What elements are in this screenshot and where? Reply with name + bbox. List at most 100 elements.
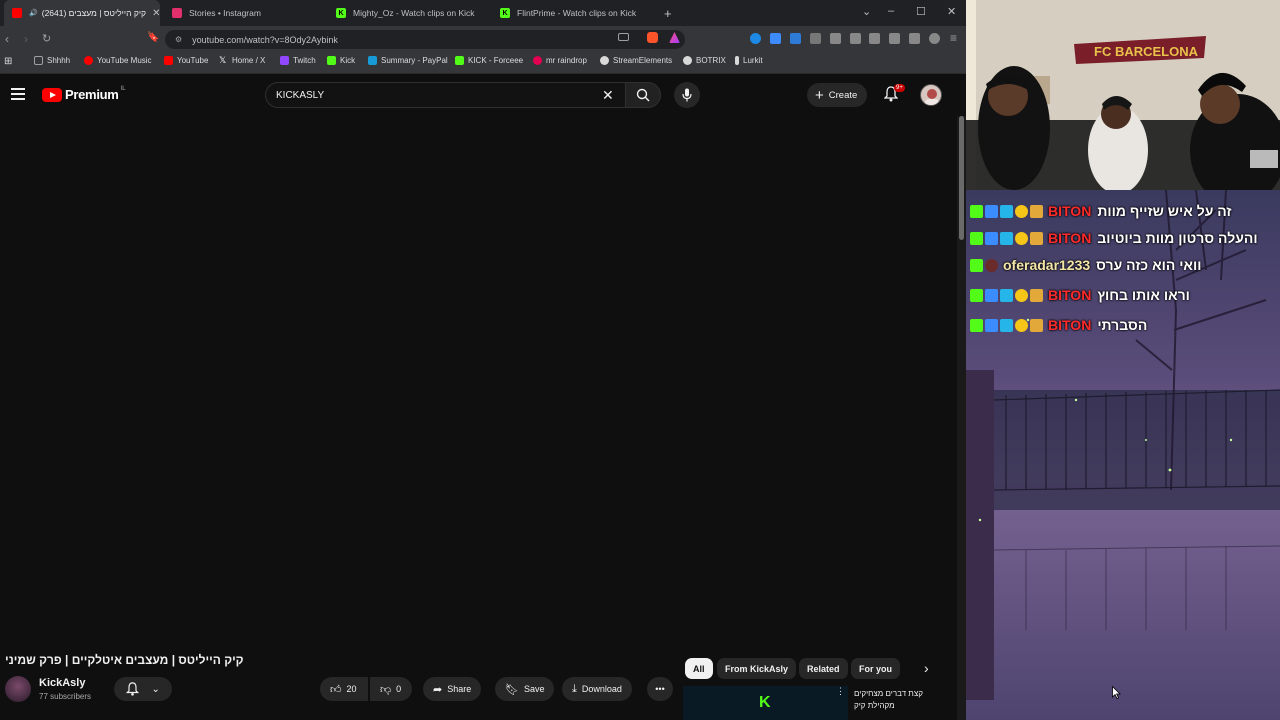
extension-wave-icon[interactable]: [790, 33, 801, 44]
chip-all[interactable]: All: [685, 658, 713, 679]
bookmark-youtube[interactable]: YouTube: [164, 56, 208, 65]
chat-username: oferadar1233: [1003, 257, 1091, 273]
extension-7tv-icon[interactable]: [770, 33, 781, 44]
address-bar: ‹ › ↻ 🔖 ⚙ youtube.com/watch?v=8Ody2Aybin…: [0, 26, 966, 52]
site-info-icon[interactable]: ⚙: [175, 35, 182, 44]
bookmark-raindrop[interactable]: mr raindrop: [533, 56, 587, 65]
bookmark-icon[interactable]: 🔖: [147, 32, 159, 43]
menu-icon[interactable]: ≡: [950, 31, 957, 45]
kick-logo-icon: K: [759, 694, 771, 711]
bookmark-x[interactable]: 𝕏 Home / X: [219, 56, 265, 66]
more-actions-button[interactable]: •••: [647, 677, 673, 701]
save-label: Save: [523, 684, 545, 694]
subscription-notifications-button[interactable]: ⌄: [114, 677, 172, 701]
minimize-icon[interactable]: –: [888, 5, 894, 17]
clear-search-icon[interactable]: ✕: [602, 87, 614, 104]
extension-s-icon[interactable]: [750, 33, 761, 44]
kick-favicon-icon: K: [336, 8, 346, 18]
founder-badge-icon: [1015, 231, 1028, 245]
new-tab-button[interactable]: +: [656, 0, 676, 26]
chat-message: oferadar1233 וואי הוא כזה ערס: [970, 250, 1276, 280]
more-vert-icon[interactable]: ⋮: [836, 686, 845, 697]
reload-icon[interactable]: ↻: [42, 32, 51, 45]
founder-badge-icon: [1015, 288, 1028, 302]
streamelements-icon: [600, 56, 609, 65]
bookmark-label: Shhhh: [47, 56, 71, 65]
cast-icon[interactable]: [618, 33, 629, 41]
logo-country: IL: [120, 85, 126, 92]
chat-username: BITON: [1048, 317, 1092, 333]
chip-for-you[interactable]: For you: [851, 658, 900, 679]
wallet-icon[interactable]: [889, 33, 900, 44]
video-player[interactable]: [0, 116, 956, 642]
download-button[interactable]: ⤓ Download: [562, 677, 632, 701]
audio-icon[interactable]: 🔊: [29, 9, 38, 17]
brave-shield-icon[interactable]: [647, 32, 658, 43]
bookmark-label: YouTube: [177, 56, 209, 65]
bookmark-shhhh[interactable]: Shhhh: [34, 56, 70, 65]
chevron-right-icon[interactable]: ›: [924, 660, 929, 676]
bookmark-label: BOTRIX: [696, 56, 726, 65]
page-scrollbar[interactable]: [957, 116, 966, 720]
recommended-video-thumbnail[interactable]: K: [683, 686, 848, 720]
sidebar-icon[interactable]: [869, 33, 880, 44]
close-window-icon[interactable]: ✕: [947, 5, 956, 18]
channel-name[interactable]: KickAsly: [39, 677, 85, 689]
bookmark-lurkit[interactable]: Lurkit: [735, 56, 763, 65]
apps-grid-icon[interactable]: ⊞: [4, 56, 12, 67]
crown-badge-icon: [1030, 231, 1043, 245]
extension-icon[interactable]: [810, 33, 821, 44]
create-button[interactable]: + Create: [807, 83, 868, 107]
chat-message: BITON הסברתי: [970, 310, 1276, 340]
kick-favicon-icon: K: [500, 8, 510, 18]
chat-text: וראו אותו בחוץ: [1097, 287, 1190, 303]
bookmark-kick-forceee[interactable]: KICK - Forceee: [455, 56, 523, 65]
share-button[interactable]: ➦ Share: [423, 677, 482, 701]
bookmark-label: Summary - PayPal: [381, 56, 448, 65]
crown-badge-icon: [1030, 318, 1043, 332]
channel-avatar[interactable]: [5, 676, 31, 702]
url-field[interactable]: ⚙ youtube.com/watch?v=8Ody2Aybink: [165, 30, 685, 49]
save-button[interactable]: 🔖︎ Save: [495, 677, 555, 701]
mouse-cursor-icon: [1112, 686, 1121, 699]
account-avatar[interactable]: [920, 84, 942, 106]
media-icon[interactable]: [850, 33, 861, 44]
chat-badges: [970, 258, 998, 272]
maximize-icon[interactable]: ☐: [916, 5, 926, 18]
kick-icon: [455, 56, 464, 65]
dislike-button[interactable]: 👎︎ 0: [370, 677, 412, 701]
chip-related[interactable]: Related: [799, 658, 848, 679]
recommended-video-title[interactable]: קצת דברים מצחיקים מקהילת קיק: [854, 688, 929, 712]
youtube-music-icon: [84, 56, 93, 65]
moderator-badge-icon: [985, 231, 998, 245]
leo-icon[interactable]: [909, 33, 920, 44]
like-count: 20: [346, 684, 357, 694]
bookmark-twitch[interactable]: Twitch: [280, 56, 316, 65]
bookmark-kick[interactable]: Kick: [327, 56, 355, 65]
tab-strip: 🔊 קיק הייליטס | מעצבים (2641) ✕ Stories …: [0, 0, 966, 26]
back-icon[interactable]: ‹: [5, 32, 9, 46]
forward-icon[interactable]: ›: [24, 32, 28, 46]
search-input[interactable]: KICKASLY: [265, 82, 625, 108]
like-button[interactable]: 👍︎ 20: [320, 677, 368, 701]
chip-from-channel[interactable]: From KickAsly: [717, 658, 797, 679]
search-button[interactable]: [625, 82, 661, 108]
tab-instagram[interactable]: Stories • Instagram: [164, 0, 324, 26]
voice-search-button[interactable]: [674, 82, 700, 108]
bookmark-youtube-music[interactable]: YouTube Music: [84, 56, 152, 65]
youtube-premium-logo[interactable]: Premium IL: [42, 85, 126, 102]
extensions-puzzle-icon[interactable]: [830, 33, 841, 44]
tab-youtube[interactable]: 🔊 קיק הייליטס | מעצבים (2641) ✕: [4, 0, 160, 26]
bookmark-streamelements[interactable]: StreamElements: [600, 56, 672, 65]
user-emote-icon: [985, 258, 998, 272]
bookmark-paypal[interactable]: Summary - PayPal: [368, 56, 448, 65]
tab-search-icon[interactable]: ⌄: [862, 5, 871, 18]
bookmark-botrix[interactable]: BOTRIX: [683, 56, 726, 65]
scrollbar-thumb[interactable]: [959, 116, 964, 240]
vpn-icon[interactable]: [929, 33, 940, 44]
webcam-feed: FC BARCELONA: [966, 0, 1280, 190]
tab-kick-mighty[interactable]: K Mighty_Oz - Watch clips on Kick: [328, 0, 488, 26]
tab-kick-flint[interactable]: K FlintPrime - Watch clips on Kick: [492, 0, 652, 26]
guide-menu-icon[interactable]: [11, 88, 25, 100]
close-tab-icon[interactable]: ✕: [146, 8, 160, 19]
